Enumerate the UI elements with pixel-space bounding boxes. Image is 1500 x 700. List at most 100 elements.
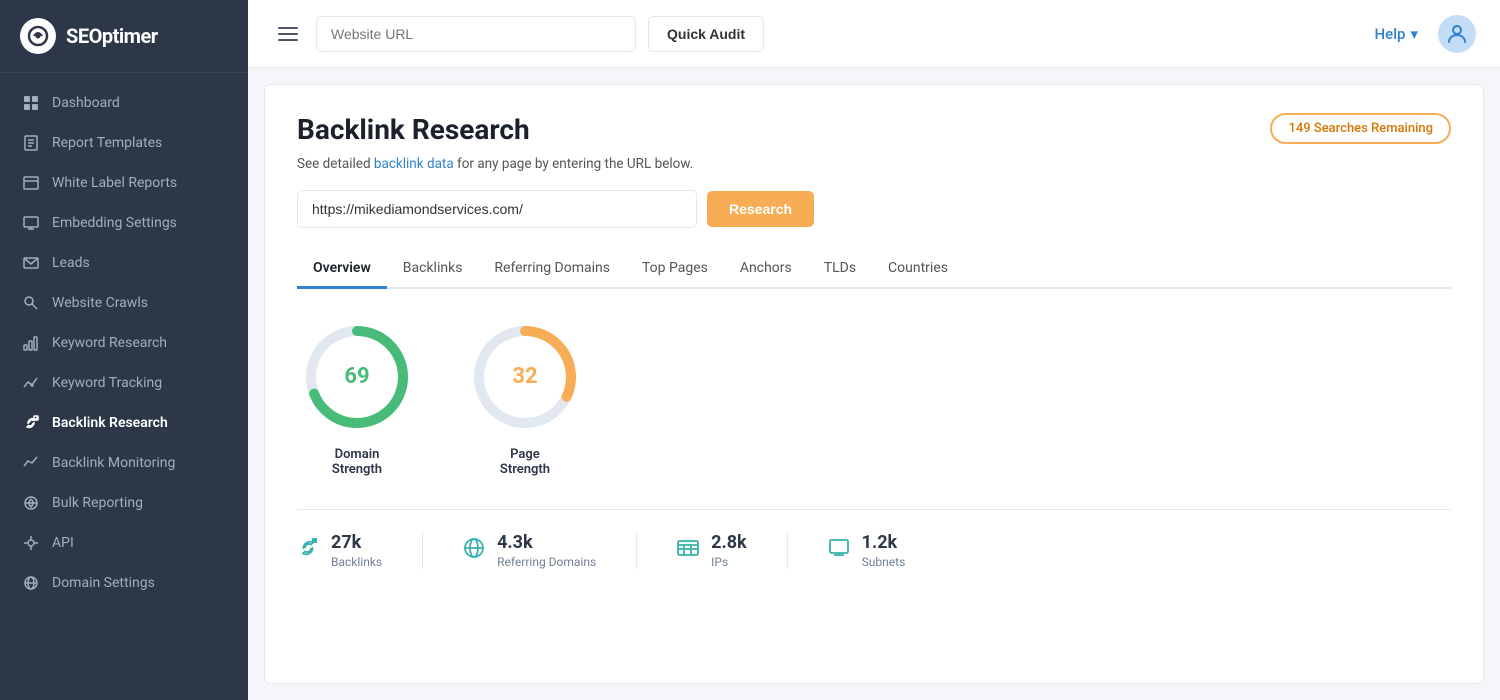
content-description: See detailed backlink data for any page … — [297, 156, 1451, 172]
stat-referring-domains: 4.3k Referring Domains — [463, 532, 637, 569]
stat-icon-ips — [677, 537, 699, 565]
nav-icon-white-label-reports — [22, 174, 40, 192]
nav-label-domain-settings: Domain Settings — [52, 575, 155, 591]
stat-ips: 2.8k IPs — [677, 532, 788, 569]
nav-label-website-crawls: Website Crawls — [52, 295, 148, 311]
searches-remaining-badge: 149 Searches Remaining — [1270, 113, 1451, 144]
nav-icon-website-crawls — [22, 294, 40, 312]
nav-label-dashboard: Dashboard — [52, 95, 120, 111]
quick-audit-button[interactable]: Quick Audit — [648, 16, 764, 52]
stat-label-backlinks: Backlinks — [331, 555, 382, 569]
tab-countries[interactable]: Countries — [872, 250, 964, 289]
gauge-label-domain-strength: DomainStrength — [332, 447, 382, 477]
sidebar-item-backlink-research[interactable]: Backlink Research — [0, 403, 248, 443]
nav-icon-backlink-monitoring — [22, 454, 40, 472]
stat-value-referring-domains: 4.3k — [497, 532, 596, 553]
logo-area: SEOptimer — [0, 0, 248, 73]
nav-icon-backlink-research — [22, 414, 40, 432]
tabs-row: OverviewBacklinksReferring DomainsTop Pa… — [297, 250, 1451, 289]
url-search-row: Research — [297, 190, 1451, 228]
nav-icon-domain-settings — [22, 574, 40, 592]
stat-icon-referring-domains — [463, 537, 485, 565]
sidebar-item-white-label-reports[interactable]: White Label Reports — [0, 163, 248, 203]
stats-row: 27k Backlinks 4.3k Referring Domains 2.8… — [297, 532, 1451, 569]
sidebar-item-keyword-research[interactable]: Keyword Research — [0, 323, 248, 363]
backlink-data-link[interactable]: backlink data — [374, 156, 454, 172]
nav-label-report-templates: Report Templates — [52, 135, 162, 151]
nav-label-backlink-research: Backlink Research — [52, 415, 168, 431]
topbar: Quick Audit Help ▾ — [248, 0, 1500, 68]
svg-text:69: 69 — [344, 364, 369, 389]
logo-icon — [20, 18, 56, 54]
nav-icon-leads — [22, 254, 40, 272]
logo-text: SEOptimer — [66, 24, 158, 48]
sidebar-item-embedding-settings[interactable]: Embedding Settings — [0, 203, 248, 243]
nav-label-keyword-research: Keyword Research — [52, 335, 167, 351]
user-avatar[interactable] — [1438, 15, 1476, 53]
stat-value-subnets: 1.2k — [862, 532, 906, 553]
stat-info-subnets: 1.2k Subnets — [862, 532, 906, 569]
stat-info-backlinks: 27k Backlinks — [331, 532, 382, 569]
nav-icon-dashboard — [22, 94, 40, 112]
sidebar-item-report-templates[interactable]: Report Templates — [0, 123, 248, 163]
sidebar-item-leads[interactable]: Leads — [0, 243, 248, 283]
nav-icon-keyword-tracking — [22, 374, 40, 392]
menu-toggle-button[interactable] — [272, 21, 304, 47]
topbar-url-input[interactable] — [316, 16, 636, 52]
sidebar: SEOptimer Dashboard Report Templates Whi… — [0, 0, 248, 700]
gauge-page-strength: 32 PageStrength — [465, 317, 585, 477]
help-dropdown[interactable]: Help ▾ — [1375, 25, 1418, 43]
tab-backlinks[interactable]: Backlinks — [387, 250, 479, 289]
tab-tlds[interactable]: TLDs — [808, 250, 872, 289]
stat-label-referring-domains: Referring Domains — [497, 555, 596, 569]
nav-label-bulk-reporting: Bulk Reporting — [52, 495, 143, 511]
nav-label-white-label-reports: White Label Reports — [52, 175, 177, 191]
gauge-svg-domain-strength: 69 — [297, 317, 417, 437]
nav-label-keyword-tracking: Keyword Tracking — [52, 375, 162, 391]
stat-label-subnets: Subnets — [862, 555, 906, 569]
tab-top-pages[interactable]: Top Pages — [626, 250, 724, 289]
sidebar-item-dashboard[interactable]: Dashboard — [0, 83, 248, 123]
research-button[interactable]: Research — [707, 191, 814, 227]
sidebar-item-backlink-monitoring[interactable]: Backlink Monitoring — [0, 443, 248, 483]
stat-info-ips: 2.8k IPs — [711, 532, 747, 569]
nav-icon-bulk-reporting — [22, 494, 40, 512]
sidebar-item-bulk-reporting[interactable]: Bulk Reporting — [0, 483, 248, 523]
nav-icon-embedding-settings — [22, 214, 40, 232]
svg-text:32: 32 — [512, 364, 537, 389]
content-header: Backlink Research 149 Searches Remaining — [297, 113, 1451, 146]
tab-anchors[interactable]: Anchors — [724, 250, 808, 289]
nav-label-backlink-monitoring: Backlink Monitoring — [52, 455, 175, 471]
sidebar-nav: Dashboard Report Templates White Label R… — [0, 73, 248, 700]
page-title: Backlink Research — [297, 113, 530, 146]
nav-icon-report-templates — [22, 134, 40, 152]
help-label: Help — [1375, 25, 1406, 43]
help-chevron-icon: ▾ — [1410, 25, 1418, 43]
nav-label-embedding-settings: Embedding Settings — [52, 215, 177, 231]
sidebar-item-domain-settings[interactable]: Domain Settings — [0, 563, 248, 603]
stat-info-referring-domains: 4.3k Referring Domains — [497, 532, 596, 569]
stat-value-ips: 2.8k — [711, 532, 747, 553]
stats-section: 27k Backlinks 4.3k Referring Domains 2.8… — [297, 509, 1451, 569]
stat-backlinks: 27k Backlinks — [297, 532, 423, 569]
main-content: Backlink Research 149 Searches Remaining… — [264, 84, 1484, 684]
gauge-svg-page-strength: 32 — [465, 317, 585, 437]
stat-subnets: 1.2k Subnets — [828, 532, 946, 569]
main-container: Quick Audit Help ▾ Backlink Research 149… — [248, 0, 1500, 700]
tab-overview[interactable]: Overview — [297, 250, 387, 289]
nav-icon-keyword-research — [22, 334, 40, 352]
gauge-domain-strength: 69 DomainStrength — [297, 317, 417, 477]
nav-label-leads: Leads — [52, 255, 90, 271]
nav-icon-api — [22, 534, 40, 552]
stat-label-ips: IPs — [711, 555, 747, 569]
url-research-input[interactable] — [297, 190, 697, 228]
tab-referring-domains[interactable]: Referring Domains — [478, 250, 626, 289]
stat-value-backlinks: 27k — [331, 532, 382, 553]
gauge-label-page-strength: PageStrength — [500, 447, 550, 477]
stat-icon-subnets — [828, 537, 850, 565]
metrics-row: 69 DomainStrength 32 PageStrength — [297, 317, 1451, 477]
sidebar-item-api[interactable]: API — [0, 523, 248, 563]
sidebar-item-website-crawls[interactable]: Website Crawls — [0, 283, 248, 323]
stat-icon-backlinks — [297, 537, 319, 565]
sidebar-item-keyword-tracking[interactable]: Keyword Tracking — [0, 363, 248, 403]
